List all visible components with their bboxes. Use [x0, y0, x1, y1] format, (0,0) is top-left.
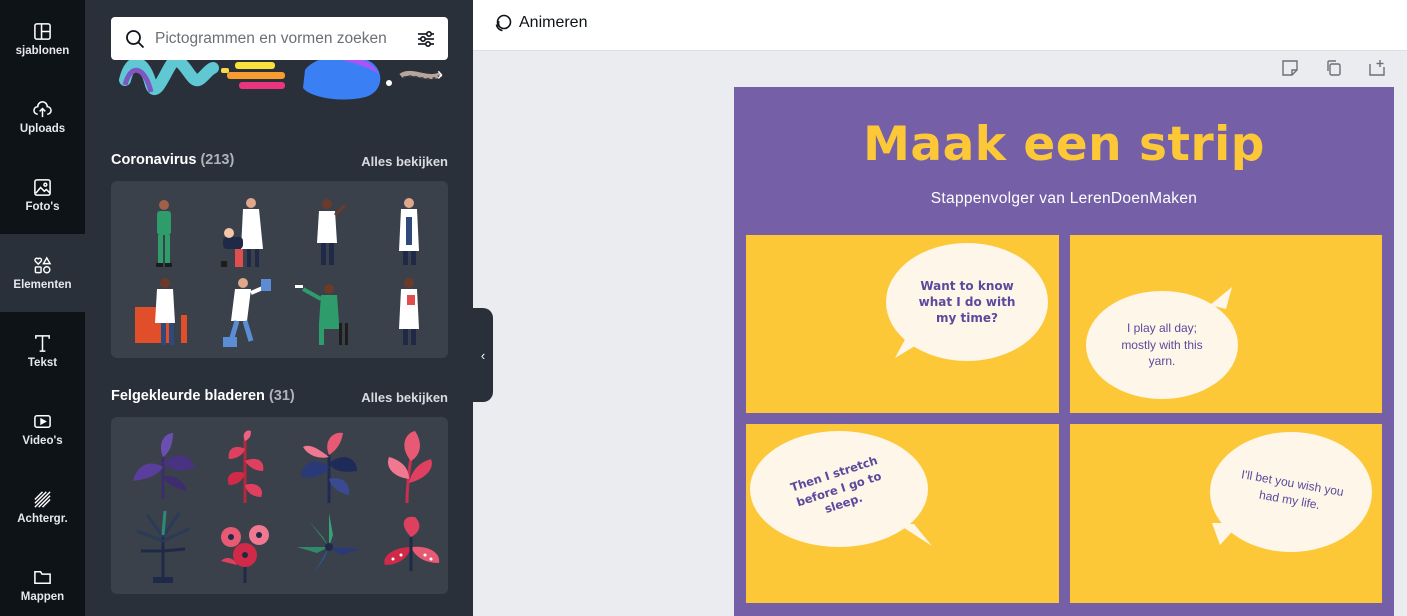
search-input[interactable] — [155, 29, 416, 48]
animate-icon — [495, 14, 512, 32]
note-icon[interactable] — [1281, 59, 1299, 77]
speech-bubble-3-text: Then I stretch before I go to sleep. — [788, 452, 883, 516]
nav-label: Mappen — [20, 590, 65, 603]
nav-label: sjablonen — [15, 44, 70, 57]
coronavirus-grid — [111, 181, 448, 358]
purple-leaves-illustration[interactable] — [125, 427, 203, 507]
nav-label: Uploads — [19, 122, 66, 135]
design-subtitle[interactable]: Stappenvolger van LerenDoenMaken — [734, 190, 1394, 208]
speech-bubble-4-text: I'll bet you wish you had my life. — [1240, 467, 1345, 513]
see-all-link[interactable]: Alles bekijken — [361, 154, 448, 169]
nav-label: Tekst — [27, 356, 58, 369]
collapse-panel-button[interactable]: ‹ — [473, 308, 493, 402]
flower-leaves-illustration[interactable] — [207, 507, 285, 587]
left-nav: sjablonen Uploads Foto's Elementen Tekst… — [0, 0, 85, 616]
background-icon — [34, 490, 51, 508]
speech-bubble-2[interactable]: I play all day; mostly with this yarn. — [1086, 291, 1238, 399]
doctor-clipboard-illustration[interactable] — [371, 191, 449, 271]
speech-bubble-3[interactable]: Then I stretch before I go to sleep. — [750, 431, 928, 547]
doctor-seated-illustration[interactable] — [289, 271, 367, 351]
search-bar — [111, 17, 448, 60]
doctor-desk-illustration[interactable] — [125, 271, 203, 351]
speech-bubble-4[interactable]: I'll bet you wish you had my life. — [1210, 432, 1372, 552]
doctor-running-illustration[interactable] — [207, 271, 285, 351]
nav-label: Achtergr. — [17, 512, 68, 525]
shapes-icon — [34, 255, 52, 274]
nav-label: Foto's — [25, 200, 60, 213]
section-title-coronavirus: Coronavirus (213) — [111, 152, 235, 168]
nav-item-text[interactable]: Tekst — [0, 312, 85, 390]
section-title-leaves: Felgekleurde bladeren (31) — [111, 388, 295, 404]
design-title[interactable]: Maak een strip — [734, 117, 1394, 172]
speech-bubble-1[interactable]: Want to know what I do with my time? — [886, 243, 1048, 361]
template-icon — [34, 22, 51, 40]
red-leaves-illustration[interactable] — [207, 427, 285, 507]
doctor-illustration[interactable] — [125, 191, 203, 271]
upload-cloud-icon — [33, 100, 52, 117]
chevron-right-icon[interactable]: › — [437, 64, 443, 85]
nav-item-folders[interactable]: Mappen — [0, 546, 85, 616]
nav-item-videos[interactable]: Video's — [0, 390, 85, 468]
palm-leaves-illustration[interactable] — [125, 507, 203, 587]
design-canvas[interactable]: Maak een strip Stappenvolger van LerenDo… — [734, 87, 1394, 616]
nav-item-templates[interactable]: sjablonen — [0, 0, 85, 78]
folder-icon — [34, 570, 51, 584]
filter-sliders-icon[interactable] — [416, 29, 436, 49]
nav-item-elements[interactable]: Elementen — [0, 234, 85, 312]
nav-item-backgrounds[interactable]: Achtergr. — [0, 468, 85, 546]
search-icon — [126, 29, 145, 48]
elements-panel: › Coronavirus (213) Alles bekijken — [85, 0, 473, 616]
video-icon — [34, 414, 51, 428]
see-all-link[interactable]: Alles bekijken — [361, 390, 448, 405]
doctor-tablet-illustration[interactable] — [371, 271, 449, 351]
doctor-patient-illustration[interactable] — [207, 191, 285, 271]
green-star-leaves-illustration[interactable] — [289, 507, 367, 587]
add-page-icon[interactable] — [1368, 59, 1386, 77]
nav-label: Elementen — [13, 278, 72, 291]
animate-label: Animeren — [519, 14, 588, 31]
doctor-pointing-illustration[interactable] — [289, 191, 367, 271]
chevron-left-icon: ‹ — [480, 347, 486, 363]
photo-icon — [34, 178, 51, 196]
text-icon — [35, 334, 50, 352]
nav-item-photos[interactable]: Foto's — [0, 156, 85, 234]
pink-leaf-illustration[interactable] — [371, 427, 449, 507]
blue-pink-leaves-illustration[interactable] — [289, 427, 367, 507]
top-toolbar: Animeren — [473, 0, 1407, 51]
animate-button[interactable]: Animeren — [493, 13, 587, 33]
nav-item-uploads[interactable]: Uploads — [0, 78, 85, 156]
leaves-grid — [111, 417, 448, 594]
nav-label: Video's — [22, 434, 63, 447]
duplicate-icon[interactable] — [1325, 59, 1343, 77]
spotted-red-leaves-illustration[interactable] — [371, 507, 449, 587]
